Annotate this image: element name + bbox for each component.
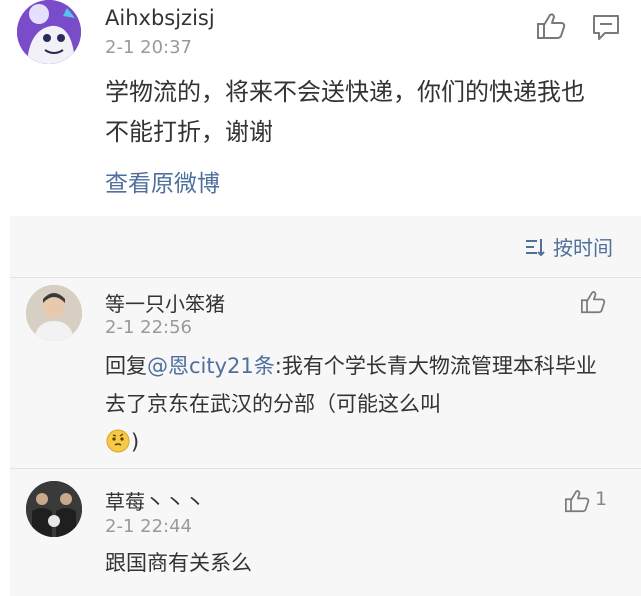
reply-prefix: 回复 (105, 354, 147, 378)
comment-username[interactable]: 等一只小笨猪 (105, 288, 225, 317)
post-body: 学物流的，将来不会送快递，你们的快递我也不能打折，谢谢 (105, 78, 585, 146)
comment-text-end: ) (131, 430, 140, 454)
like-count: 1 (595, 488, 608, 510)
sort-icon (526, 238, 545, 256)
group-photo-avatar-icon (26, 481, 82, 537)
view-original-link[interactable]: 查看原微博 (105, 164, 220, 198)
avatar[interactable] (17, 0, 81, 64)
sort-label: 按时间 (553, 236, 613, 260)
sort-by-time-button[interactable]: 按时间 (525, 232, 613, 261)
post-time: 2-1 20:37 (105, 37, 192, 58)
comment-button[interactable] (590, 12, 622, 42)
comments-section: 按时间 等一只小笨猪 2-1 22:56 回复@恩city21条:我有个学长青大… (10, 216, 641, 596)
like-button[interactable] (578, 288, 608, 316)
thumbs-up-icon (581, 291, 606, 314)
comment-icon (593, 15, 619, 40)
comment-item[interactable]: 草莓丶丶丶 2-1 22:44 1 跟国商有关系么 (10, 469, 641, 596)
comment-item[interactable]: 等一只小笨猪 2-1 22:56 回复@恩city21条:我有个学长青大物流管理… (10, 278, 641, 468)
comment-body: 跟国商有关系么 (105, 551, 252, 575)
like-button[interactable] (562, 487, 592, 515)
original-post: Aihxbsjzisj 2-1 20:37 学物流的，将来不会送快递，你们的快递… (0, 0, 641, 216)
like-button[interactable] (534, 10, 568, 42)
thumbs-up-icon (537, 13, 566, 39)
avatar[interactable] (26, 481, 82, 537)
weibo-comment-screen: Aihxbsjzisj 2-1 20:37 学物流的，将来不会送快递，你们的快递… (0, 0, 641, 596)
thinking-emoji-icon (105, 428, 131, 454)
post-username[interactable]: Aihxbsjzisj (105, 6, 215, 30)
avatar[interactable] (26, 285, 82, 341)
mention-link[interactable]: @恩city21条 (147, 354, 275, 378)
person-avatar-icon (26, 285, 82, 341)
comment-username[interactable]: 草莓丶丶丶 (105, 486, 205, 515)
thumbs-up-icon (565, 490, 590, 513)
comment-time: 2-1 22:44 (105, 516, 192, 537)
cartoon-avatar-icon (17, 0, 81, 64)
comment-time: 2-1 22:56 (105, 317, 192, 338)
comment-body: 回复@恩city21条:我有个学长青大物流管理本科毕业去了京东在武汉的分部（可能… (105, 347, 605, 461)
